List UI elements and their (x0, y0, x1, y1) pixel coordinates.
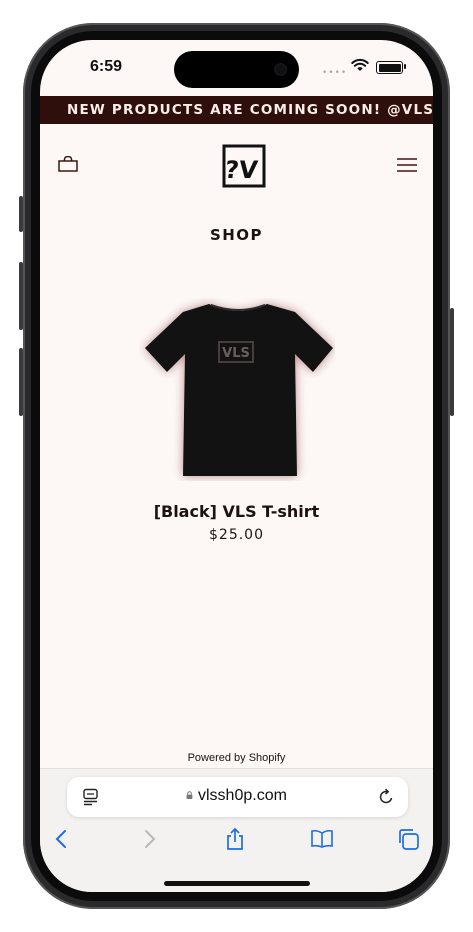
battery-icon (376, 61, 403, 74)
page-title: SHOP (209, 226, 264, 244)
power-button (450, 308, 454, 416)
powered-by-shopify[interactable]: Powered by Shopify (40, 752, 433, 764)
back-icon[interactable] (50, 827, 74, 851)
dynamic-island (174, 51, 299, 88)
shirt-print-text: VLS (222, 346, 250, 361)
announcement-bar[interactable]: NEW PRODUCTS ARE COMING SOON! @VLSF (40, 96, 433, 124)
browser-toolbar: vlssh0p.com (40, 768, 433, 892)
tabs-icon[interactable] (397, 827, 421, 851)
status-bar: 6:59 •••• (40, 40, 433, 95)
product-image[interactable]: VLS (139, 298, 335, 481)
lock-icon (186, 791, 193, 799)
address-bar[interactable]: vlssh0p.com (67, 777, 408, 817)
home-indicator[interactable] (164, 881, 310, 886)
battery-tip (404, 64, 406, 69)
screen: 6:59 •••• NEW PRODUCTS ARE COMING SOON! … (40, 40, 433, 892)
product-name[interactable]: [Black] VLS T-shirt (40, 502, 433, 521)
volume-down-button (19, 348, 23, 416)
site-header: ?V (40, 124, 433, 204)
bookmarks-icon[interactable] (310, 827, 334, 851)
forward-icon[interactable] (137, 827, 161, 851)
volume-up-button (19, 262, 23, 330)
share-icon[interactable] (223, 827, 247, 851)
svg-text:?V: ?V (224, 156, 260, 184)
url-text[interactable]: vlssh0p.com (198, 787, 287, 805)
camera-icon (274, 63, 287, 76)
wifi-icon (351, 58, 369, 71)
product-price: $25.00 (209, 527, 264, 543)
cellular-signal-icon: •••• (322, 68, 348, 78)
shopping-bag-icon[interactable] (58, 156, 78, 172)
action-button (19, 196, 23, 232)
announcement-text: NEW PRODUCTS ARE COMING SOON! @VLSF (67, 102, 433, 118)
vls-logo[interactable]: ?V (222, 144, 267, 190)
status-time: 6:59 (90, 58, 123, 75)
menu-icon[interactable] (397, 158, 417, 172)
page-menu-icon[interactable] (82, 788, 100, 806)
reload-icon[interactable] (377, 788, 395, 806)
